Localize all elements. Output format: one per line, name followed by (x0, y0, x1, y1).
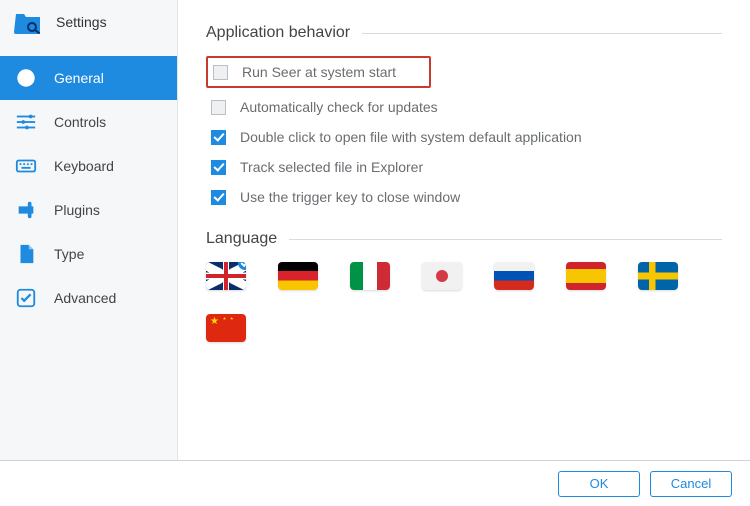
selected-badge-icon (238, 262, 246, 270)
flag-es[interactable] (566, 262, 606, 290)
sidebar-nav: General Controls Keyboard Plugins (0, 56, 177, 320)
section-title: Language (206, 230, 277, 248)
file-icon (14, 242, 38, 266)
flag-jp[interactable] (422, 262, 462, 290)
checkbox[interactable] (211, 190, 226, 205)
sidebar-item-label: Controls (54, 114, 106, 130)
flag-it[interactable] (350, 262, 390, 290)
sidebar: Settings General Controls Keyboard (0, 0, 178, 460)
footer: OK Cancel (0, 460, 750, 506)
cancel-button[interactable]: Cancel (650, 471, 732, 497)
sidebar-item-label: General (54, 70, 104, 86)
option-label: Track selected file in Explorer (240, 159, 423, 175)
option-track-explorer[interactable]: Track selected file in Explorer (206, 152, 722, 182)
language-grid (206, 262, 722, 342)
sidebar-item-plugins[interactable]: Plugins (0, 188, 177, 232)
sidebar-item-keyboard[interactable]: Keyboard (0, 144, 177, 188)
option-run-at-start[interactable]: Run Seer at system start (206, 56, 431, 88)
app-icon (14, 10, 42, 34)
checkbox[interactable] (211, 160, 226, 175)
keyboard-icon (14, 154, 38, 178)
plugin-icon (14, 198, 38, 222)
window-body: Settings General Controls Keyboard (0, 0, 750, 460)
section-header-behavior: Application behavior (206, 24, 722, 42)
sliders-icon (14, 110, 38, 134)
option-trigger-close[interactable]: Use the trigger key to close window (206, 182, 722, 212)
sidebar-header: Settings (0, 0, 177, 44)
option-auto-update[interactable]: Automatically check for updates (206, 92, 722, 122)
sidebar-item-general[interactable]: General (0, 56, 177, 100)
option-label: Automatically check for updates (240, 99, 438, 115)
divider (362, 33, 722, 34)
checkbox[interactable] (211, 100, 226, 115)
sidebar-item-controls[interactable]: Controls (0, 100, 177, 144)
checkmark-icon (14, 286, 38, 310)
flag-cn[interactable] (206, 314, 246, 342)
option-label: Double click to open file with system de… (240, 129, 582, 145)
content-panel: Application behavior Run Seer at system … (178, 0, 750, 460)
checkbox[interactable] (213, 65, 228, 80)
flag-se[interactable] (638, 262, 678, 290)
divider (289, 239, 722, 240)
flag-de[interactable] (278, 262, 318, 290)
sidebar-item-label: Keyboard (54, 158, 114, 174)
option-label: Run Seer at system start (242, 64, 396, 80)
sidebar-item-label: Type (54, 246, 84, 262)
settings-title: Settings (56, 14, 107, 30)
option-double-click-open[interactable]: Double click to open file with system de… (206, 122, 722, 152)
option-label: Use the trigger key to close window (240, 189, 460, 205)
section-header-language: Language (206, 230, 722, 248)
sidebar-item-label: Advanced (54, 290, 116, 306)
flag-ru[interactable] (494, 262, 534, 290)
sidebar-item-advanced[interactable]: Advanced (0, 276, 177, 320)
checkbox[interactable] (211, 130, 226, 145)
flag-uk[interactable] (206, 262, 246, 290)
sidebar-item-type[interactable]: Type (0, 232, 177, 276)
section-title: Application behavior (206, 24, 350, 42)
sidebar-item-label: Plugins (54, 202, 100, 218)
gear-icon (14, 66, 38, 90)
ok-button[interactable]: OK (558, 471, 640, 497)
